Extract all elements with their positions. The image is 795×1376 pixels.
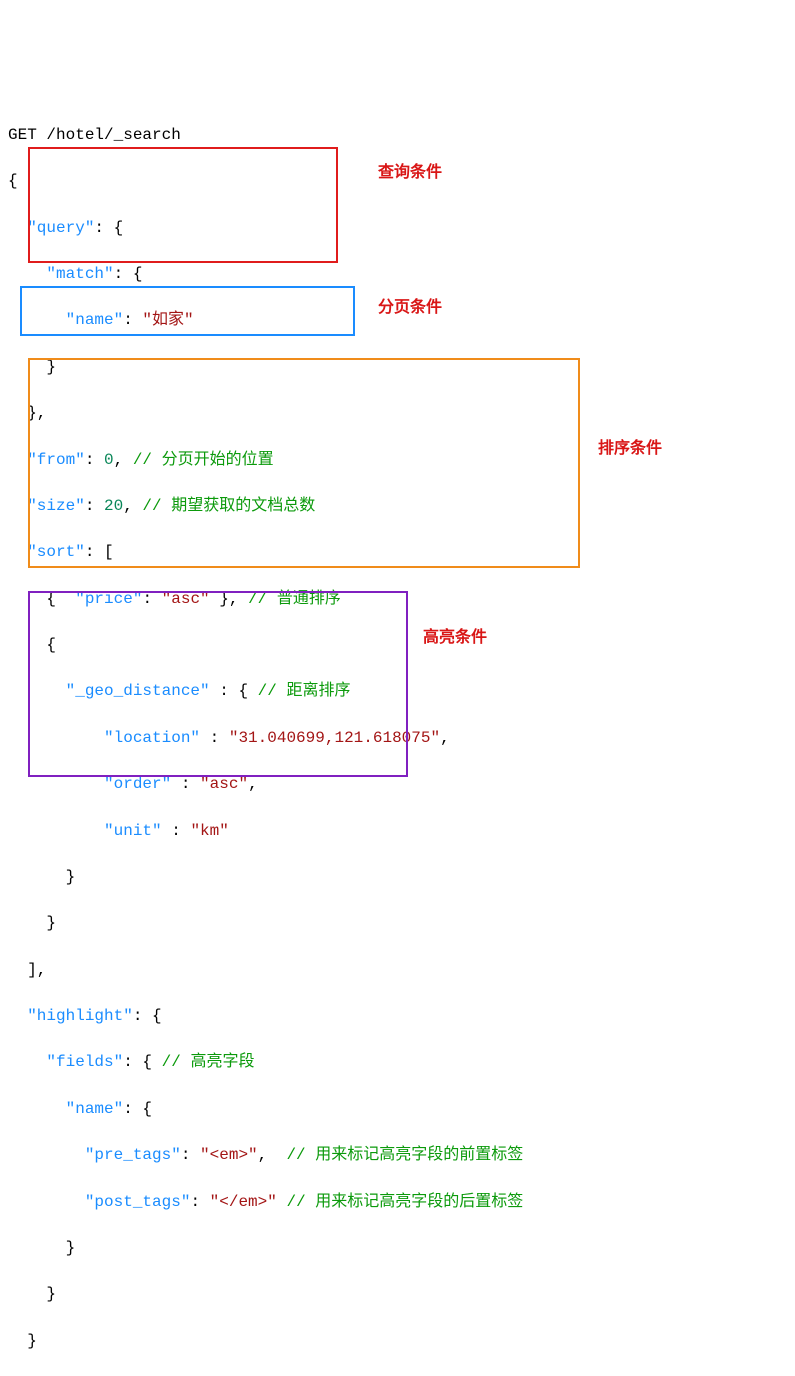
from-comment: // 分页开始的位置 [133,451,274,469]
post-tags-comment: // 用来标记高亮字段的后置标签 [286,1193,523,1211]
label-page: 分页条件 [378,296,442,319]
price-value: "asc" [162,590,210,608]
match-key: "match" [46,265,113,283]
order-key: "order" [104,775,171,793]
fields-key: "fields" [46,1053,123,1071]
location-key: "location" [104,729,200,747]
brace-open: { [8,172,18,190]
price-comment: // 普通排序 [248,590,341,608]
name-key: "name" [66,311,124,329]
pre-tags-key: "pre_tags" [85,1146,181,1164]
annotation-box-query [28,147,338,263]
geo-key: "_geo_distance" [66,682,210,700]
label-query: 查询条件 [378,161,442,184]
code-block: GET /hotel/_search { "query": { "match":… [8,101,787,1376]
sort-key: "sort" [27,543,85,561]
hl-name-key: "name" [66,1100,124,1118]
price-key: "price" [75,590,142,608]
label-highlight: 高亮条件 [423,626,487,649]
fields-comment: // 高亮字段 [162,1053,255,1071]
post-tags-key: "post_tags" [85,1193,191,1211]
size-key: "size" [27,497,85,515]
request-line: GET /hotel/_search [8,126,181,144]
geo-comment: // 距离排序 [258,682,351,700]
from-value: 0 [104,451,114,469]
post-tags-value: "</em>" [210,1193,277,1211]
size-value: 20 [104,497,123,515]
query-key: "query" [27,219,94,237]
unit-value: "km" [190,822,228,840]
from-key: "from" [27,451,85,469]
location-value: "31.040699,121.618075" [229,729,440,747]
order-value: "asc" [200,775,248,793]
name-value: "如家" [142,311,193,329]
unit-key: "unit" [104,822,162,840]
size-comment: // 期望获取的文档总数 [142,497,315,515]
pre-tags-value: "<em>" [200,1146,258,1164]
highlight-key: "highlight" [27,1007,133,1025]
label-sort: 排序条件 [598,437,662,460]
pre-tags-comment: // 用来标记高亮字段的前置标签 [286,1146,523,1164]
